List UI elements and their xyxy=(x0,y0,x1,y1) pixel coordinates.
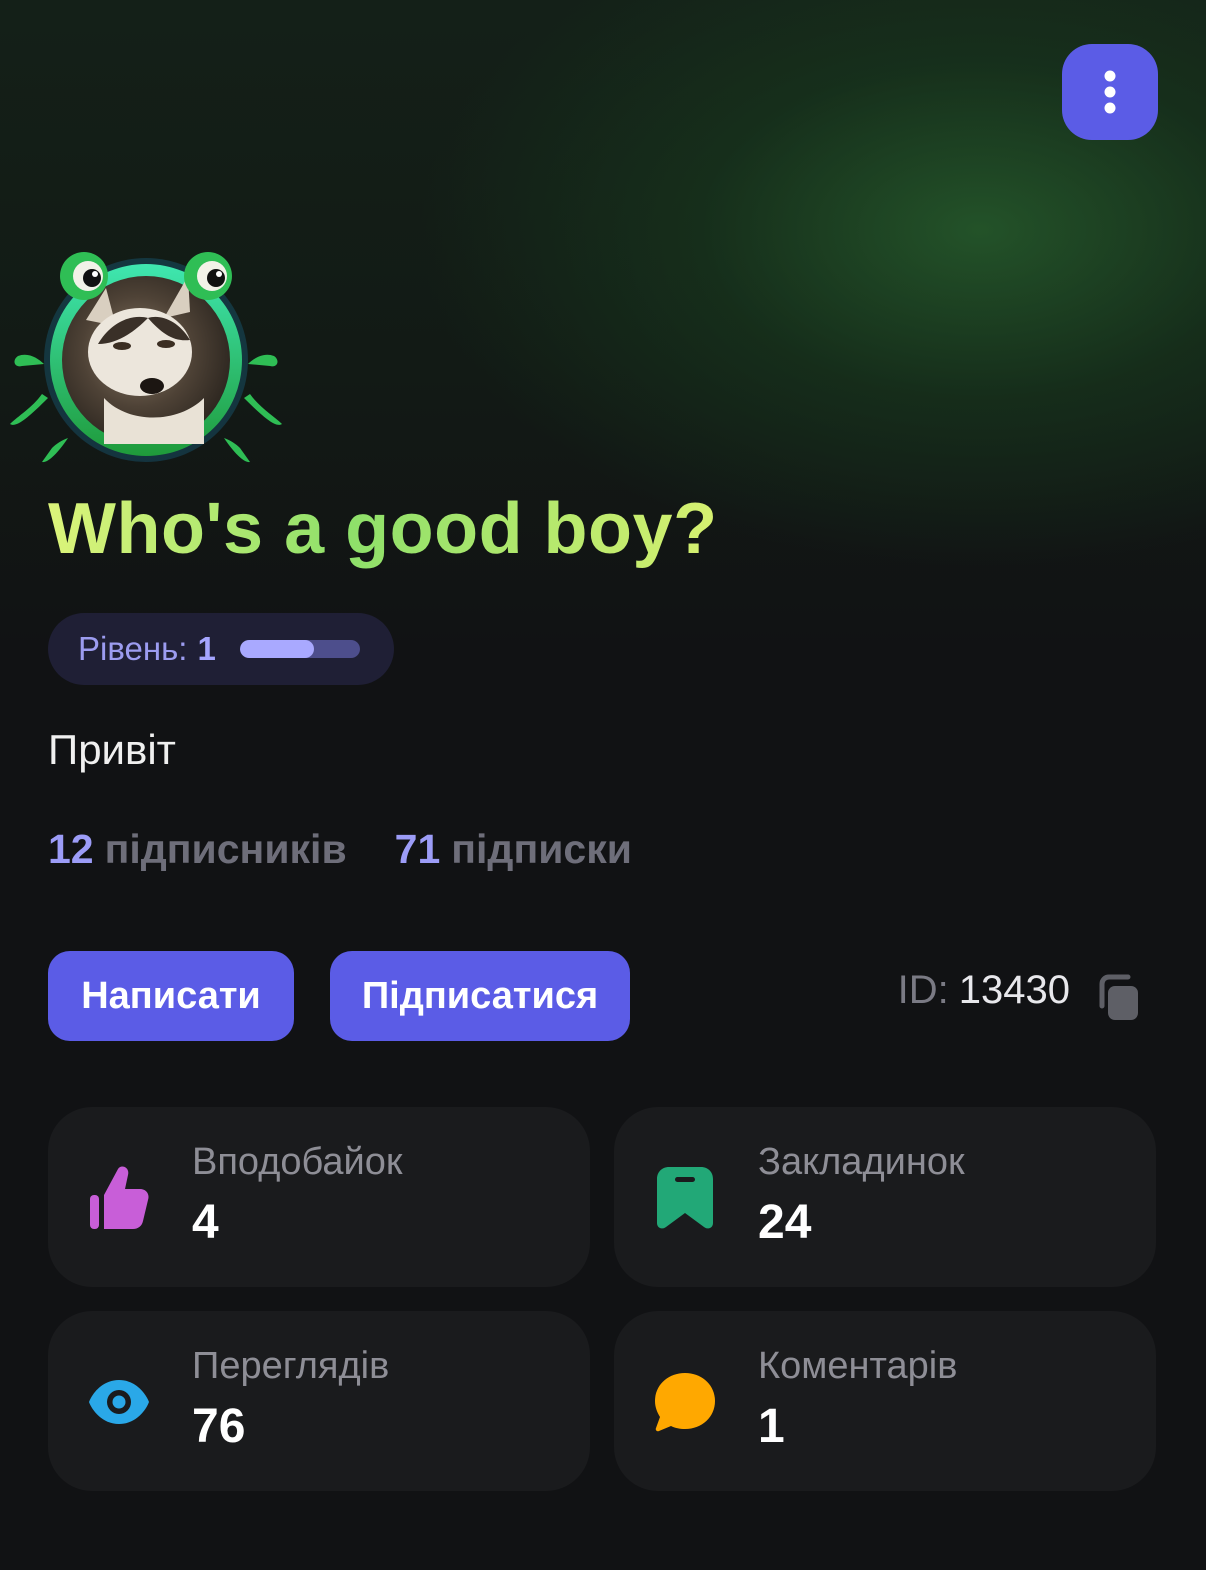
eye-icon xyxy=(86,1369,152,1435)
level-value: 1 xyxy=(197,630,216,667)
followers-label: підписників xyxy=(104,826,347,872)
following-link[interactable]: 71 підписки xyxy=(395,826,632,873)
subscribe-button[interactable]: Підписатися xyxy=(330,951,630,1041)
following-count: 71 xyxy=(394,826,441,872)
followers-count: 12 xyxy=(48,826,94,872)
write-message-button[interactable]: Написати xyxy=(48,951,294,1041)
frog-avatar-frame xyxy=(10,252,282,463)
likes-label: Вподобайок xyxy=(192,1141,403,1183)
copy-icon xyxy=(1099,974,1138,1020)
id-value: 13430 xyxy=(958,968,1070,1012)
follow-stats: 12 підписників 71 підписки xyxy=(48,826,632,873)
thumbs-up-icon xyxy=(86,1165,152,1231)
level-badge[interactable]: Рівень: 1 xyxy=(48,613,394,685)
stat-card-views[interactable]: Переглядів 76 xyxy=(48,1311,590,1491)
more-options-button[interactable] xyxy=(1062,44,1158,140)
id-label: ID: xyxy=(897,968,949,1012)
copy-id-button[interactable] xyxy=(1098,974,1142,1022)
level-progress-bar xyxy=(239,640,360,658)
followers-link[interactable]: 12 підписників xyxy=(48,826,347,873)
likes-value: 4 xyxy=(192,1196,219,1249)
level-progress-fill xyxy=(239,640,315,658)
bookmarks-value: 24 xyxy=(758,1196,812,1249)
stat-card-bookmarks[interactable]: Закладинок 24 xyxy=(614,1107,1156,1287)
comment-icon xyxy=(652,1369,718,1435)
stat-card-comments[interactable]: Коментарів 1 xyxy=(614,1311,1156,1491)
more-vertical-icon xyxy=(1104,70,1116,114)
level-label: Рівень: xyxy=(78,630,188,667)
comments-value: 1 xyxy=(758,1400,785,1453)
following-label: підписки xyxy=(451,826,632,872)
stat-card-likes[interactable]: Вподобайок 4 xyxy=(48,1107,590,1287)
user-id: ID: 13430 xyxy=(898,968,1070,1013)
profile-bio: Привіт xyxy=(48,726,176,773)
views-label: Переглядів xyxy=(192,1345,390,1387)
profile-page: Who's a good boy? Рівень: 1 Привіт 12 пі… xyxy=(0,0,1206,1570)
bookmark-icon xyxy=(652,1165,718,1231)
bookmarks-label: Закладинок xyxy=(758,1141,965,1183)
comments-label: Коментарів xyxy=(758,1345,958,1387)
views-value: 76 xyxy=(192,1400,246,1453)
profile-name: Who's a good boy? xyxy=(48,489,718,569)
avatar[interactable] xyxy=(8,248,284,470)
